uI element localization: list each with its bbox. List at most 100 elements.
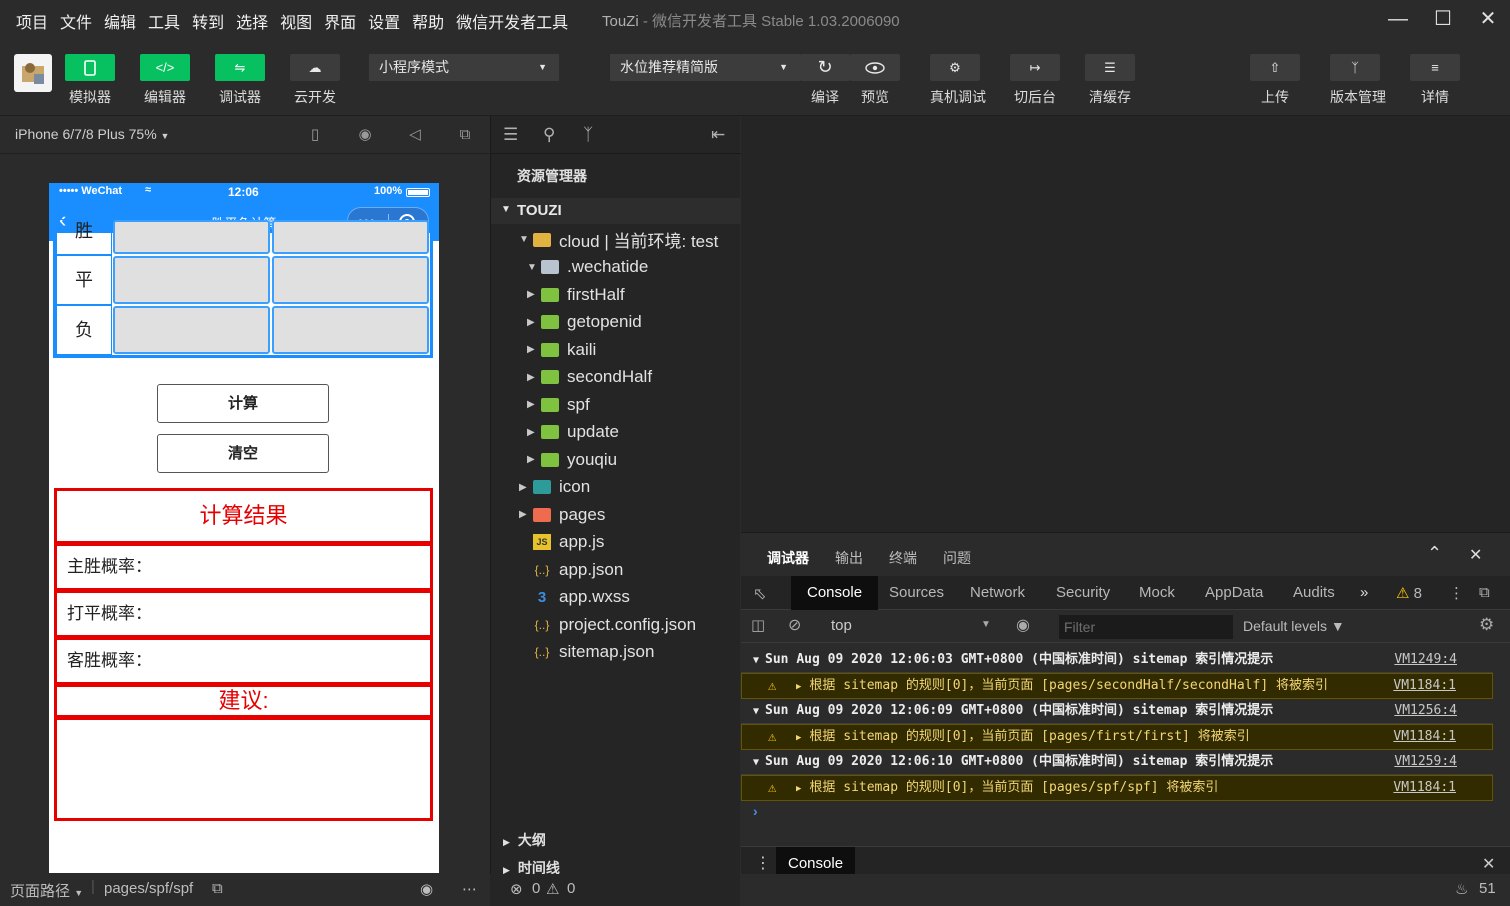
cloud-button[interactable]: ☁ 云开发: [290, 54, 340, 107]
error-icon[interactable]: ⊗: [510, 880, 523, 898]
close-drawer-icon[interactable]: ✕: [1482, 854, 1495, 874]
tab-security[interactable]: Security: [1056, 584, 1110, 601]
calculate-button[interactable]: 计算: [157, 384, 329, 423]
warning-counter[interactable]: ⚠ 8: [1396, 584, 1422, 602]
clear-console-icon[interactable]: ⊘: [788, 615, 801, 635]
source-link[interactable]: VM1184:1: [1393, 776, 1456, 800]
warning-icon[interactable]: ⚠: [546, 880, 559, 898]
search-icon[interactable]: ⚲: [543, 125, 555, 145]
settings-icon[interactable]: ⚙: [1479, 615, 1494, 635]
copy-icon[interactable]: ⧉: [212, 880, 223, 897]
details-button[interactable]: ≡ 详情: [1410, 54, 1460, 107]
tab-mock[interactable]: Mock: [1139, 584, 1175, 601]
tree-item[interactable]: ▶ icon: [519, 474, 590, 501]
menu-tools[interactable]: 工具: [148, 9, 180, 33]
menu-edit[interactable]: 编辑: [104, 9, 136, 33]
tree-item[interactable]: {..} sitemap.json: [519, 639, 655, 666]
tree-item[interactable]: ▶ update: [527, 419, 619, 446]
source-link[interactable]: VM1259:4: [1394, 750, 1457, 774]
menu-wechat-devtools[interactable]: 微信开发者工具: [456, 9, 568, 33]
phone-icon[interactable]: ▯: [306, 126, 324, 144]
upload-button[interactable]: ⇧ 上传: [1250, 54, 1300, 107]
odds-input[interactable]: [272, 220, 429, 254]
maximize-icon[interactable]: ☐: [1431, 8, 1455, 32]
inspect-icon[interactable]: ⬁: [753, 584, 766, 604]
tab-problems[interactable]: 问题: [943, 548, 971, 568]
tree-item[interactable]: ▶ secondHalf: [527, 364, 652, 391]
tree-item[interactable]: ▼ cloud | 当前环境: test: [519, 226, 718, 253]
tab-debugger[interactable]: 调试器: [767, 548, 809, 568]
menu-settings[interactable]: 设置: [368, 9, 400, 33]
tree-item[interactable]: ▼ .wechatide: [527, 254, 648, 281]
sidebar-toggle-icon[interactable]: ◫: [751, 616, 765, 634]
close-icon[interactable]: ✕: [1476, 8, 1500, 32]
tab-appdata[interactable]: AppData: [1205, 584, 1263, 601]
tab-terminal[interactable]: 终端: [889, 548, 917, 568]
compile-mode-select[interactable]: 水位推荐精简版 ▼: [610, 54, 800, 81]
tree-item[interactable]: ▶ youqiu: [527, 446, 617, 473]
tab-network[interactable]: Network: [970, 584, 1025, 601]
mode-select[interactable]: 小程序模式 ▼: [369, 54, 559, 81]
popout-icon[interactable]: ⧉: [456, 126, 474, 144]
remote-debug-button[interactable]: ⚙ 真机调试: [930, 54, 986, 107]
menu-file[interactable]: 文件: [60, 9, 92, 33]
menu-view[interactable]: 视图: [280, 9, 312, 33]
preview-button[interactable]: 预览: [850, 54, 900, 107]
version-button[interactable]: ᛉ 版本管理: [1330, 54, 1386, 107]
tab-console[interactable]: Console: [791, 576, 879, 610]
console-prompt-icon[interactable]: ›: [753, 803, 758, 819]
log-warning[interactable]: ⚠ ▶ 根据 sitemap 的规则[0]，当前页面 [pages/spf/spf]…: [741, 775, 1493, 801]
source-link[interactable]: VM1256:4: [1394, 699, 1457, 723]
log-warning[interactable]: ⚠ ▶ 根据 sitemap 的规则[0]，当前页面 [pages/first/fi…: [741, 724, 1493, 750]
tab-output[interactable]: 输出: [835, 548, 863, 568]
compile-button[interactable]: ↻ 编译: [800, 54, 850, 107]
odds-input[interactable]: [113, 220, 270, 254]
tab-audits[interactable]: Audits: [1293, 584, 1335, 601]
eye-icon[interactable]: ◉: [420, 880, 433, 898]
editor-area[interactable]: [741, 116, 1510, 532]
page-path-select[interactable]: 页面路径 ▼: [10, 880, 83, 901]
bell-icon[interactable]: ♨: [1455, 880, 1468, 898]
device-select[interactable]: iPhone 6/7/8 Plus 75% ▼: [15, 126, 169, 142]
menu-select[interactable]: 选择: [236, 9, 268, 33]
menu-interface[interactable]: 界面: [324, 9, 356, 33]
outline-section[interactable]: ▶ 大纲: [491, 824, 741, 852]
tree-item[interactable]: JS app.js: [519, 529, 604, 556]
clear-cache-button[interactable]: ☰ 清缓存: [1085, 54, 1135, 107]
eye-icon[interactable]: ◉: [1016, 615, 1030, 635]
tree-item[interactable]: 3 app.wxss: [519, 584, 630, 611]
kebab-icon[interactable]: ⋮: [755, 853, 771, 873]
log-group-header[interactable]: ▼ Sun Aug 09 2020 12:06:03 GMT+0800 (中国标准…: [741, 648, 1493, 673]
source-link[interactable]: VM1184:1: [1393, 725, 1456, 749]
tree-item[interactable]: ▶ firstHalf: [527, 281, 625, 308]
project-root[interactable]: ▼ TOUZI: [491, 198, 741, 224]
close-panel-icon[interactable]: ✕: [1469, 545, 1482, 565]
minimize-icon[interactable]: —: [1386, 8, 1410, 32]
context-select[interactable]: top: [831, 617, 852, 634]
collapse-icon[interactable]: ⇤: [711, 125, 725, 145]
tree-item[interactable]: ▶ getopenid: [527, 309, 642, 336]
tree-item[interactable]: {..} app.json: [519, 556, 624, 583]
odds-input[interactable]: [272, 256, 429, 304]
log-levels-select[interactable]: Default levels ▼: [1243, 618, 1345, 634]
git-branch-icon[interactable]: ᛉ: [583, 125, 593, 145]
tree-item[interactable]: ▶ kaili: [527, 336, 596, 363]
source-link[interactable]: VM1184:1: [1393, 674, 1456, 698]
volume-icon[interactable]: ◁: [406, 126, 424, 144]
tab-sources[interactable]: Sources: [889, 584, 944, 601]
tree-item[interactable]: {..} project.config.json: [519, 611, 696, 638]
menu-project[interactable]: 项目: [16, 9, 48, 33]
odds-input[interactable]: [272, 306, 429, 354]
more-icon[interactable]: ⋯: [462, 880, 477, 898]
avatar[interactable]: [14, 54, 52, 92]
log-group-header[interactable]: ▼ Sun Aug 09 2020 12:06:10 GMT+0800 (中国标准…: [741, 750, 1493, 775]
console-filter-input[interactable]: Filter: [1059, 615, 1233, 639]
chevron-up-icon[interactable]: ⌃: [1427, 543, 1442, 564]
odds-input[interactable]: [113, 306, 270, 354]
stop-icon[interactable]: ◉: [356, 126, 374, 144]
clear-button[interactable]: 清空: [157, 434, 329, 473]
background-button[interactable]: ↦ 切后台: [1010, 54, 1060, 107]
log-group-header[interactable]: ▼ Sun Aug 09 2020 12:06:09 GMT+0800 (中国标准…: [741, 699, 1493, 724]
list-icon[interactable]: ☰: [503, 125, 518, 145]
odds-input[interactable]: [113, 256, 270, 304]
